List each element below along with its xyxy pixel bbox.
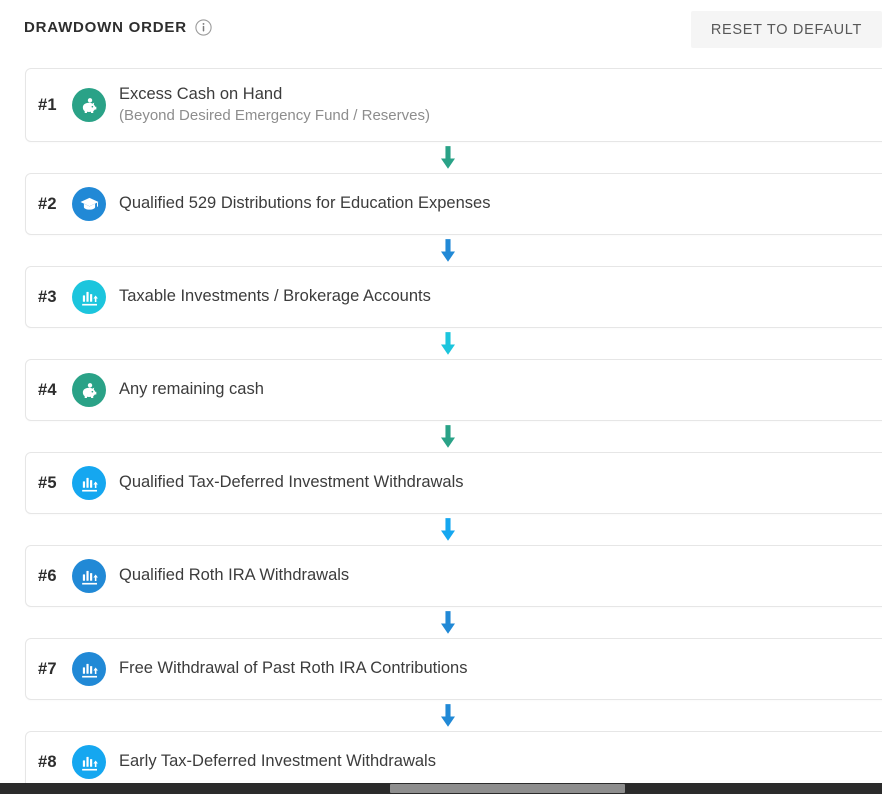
row-labels: Qualified Roth IRA Withdrawals — [119, 565, 349, 586]
row-rank: #2 — [38, 194, 57, 213]
row-title: Taxable Investments / Brokerage Accounts — [119, 287, 431, 306]
row-rank: #4 — [38, 380, 57, 399]
row-rank: #8 — [38, 752, 57, 771]
row-title: Qualified Tax-Deferred Investment Withdr… — [119, 473, 464, 492]
arrow-down-icon — [25, 328, 882, 359]
piggy-bank-icon — [72, 373, 106, 407]
page-title: DRAWDOWN ORDER — [24, 19, 187, 36]
row-title: Early Tax-Deferred Investment Withdrawal… — [119, 752, 436, 771]
row-rank: #5 — [38, 473, 57, 492]
header-title-group: DRAWDOWN ORDER — [24, 19, 212, 36]
reset-to-default-button[interactable]: RESET TO DEFAULT — [690, 11, 882, 48]
growth-chart-icon — [72, 745, 106, 779]
row-title: Free Withdrawal of Past Roth IRA Contrib… — [119, 659, 468, 678]
horizontal-scrollbar-track[interactable] — [0, 783, 882, 794]
arrow-down-icon — [25, 142, 882, 173]
row-title: Excess Cash on Hand — [119, 84, 283, 103]
row-labels: Taxable Investments / Brokerage Accounts — [119, 286, 431, 307]
drawdown-row-block: #3 Taxable Investments / Brokerage Accoun… — [25, 266, 882, 359]
row-rank: #7 — [38, 659, 57, 678]
row-labels: Free Withdrawal of Past Roth IRA Contrib… — [119, 658, 467, 679]
drawdown-order-list: #1 Excess Cash on Hand (Beyond Desired Eme… — [25, 68, 882, 793]
growth-chart-icon — [72, 466, 106, 500]
arrow-down-icon — [25, 607, 882, 638]
drawdown-row[interactable]: #7 Free Withdrawal of Past Roth IRA Contr… — [25, 638, 882, 700]
piggy-bank-icon — [72, 88, 106, 122]
arrow-down-icon — [25, 700, 882, 731]
row-labels: Qualified 529 Distributions for Educatio… — [119, 193, 490, 214]
horizontal-scrollbar-thumb[interactable] — [390, 784, 625, 793]
row-title: Qualified Roth IRA Withdrawals — [119, 566, 350, 585]
drawdown-row[interactable]: #4 Any remaining cash — [25, 359, 882, 421]
row-labels: Excess Cash on Hand (Beyond Desired Emerg… — [119, 84, 430, 127]
drawdown-row[interactable]: #6 Qualified Roth IRA Withdrawals — [25, 545, 882, 607]
drawdown-row-block: #4 Any remaining cash — [25, 359, 882, 452]
growth-chart-icon — [72, 559, 106, 593]
row-labels: Qualified Tax-Deferred Investment Withdr… — [119, 472, 464, 493]
graduation-cap-icon — [72, 187, 106, 221]
drawdown-row[interactable]: #2 Qualified 529 Distributions for Educat… — [25, 173, 882, 235]
arrow-down-icon — [25, 421, 882, 452]
growth-chart-icon — [72, 652, 106, 686]
row-rank: #6 — [38, 566, 57, 585]
drawdown-row[interactable]: #3 Taxable Investments / Brokerage Accoun… — [25, 266, 882, 328]
row-rank: #1 — [38, 95, 57, 114]
drawdown-row-block: #7 Free Withdrawal of Past Roth IRA Contr… — [25, 638, 882, 731]
drawdown-row[interactable]: #1 Excess Cash on Hand (Beyond Desired Eme… — [25, 68, 882, 142]
drawdown-row-block: #2 Qualified 529 Distributions for Educat… — [25, 173, 882, 266]
info-circle-icon[interactable] — [195, 19, 212, 36]
drawdown-row[interactable]: #5 Qualified Tax-Deferred Investment With… — [25, 452, 882, 514]
drawdown-row-block: #5 Qualified Tax-Deferred Investment With… — [25, 452, 882, 545]
row-title: Qualified 529 Distributions for Educatio… — [119, 194, 491, 213]
arrow-down-icon — [25, 235, 882, 266]
row-rank: #3 — [38, 287, 57, 306]
row-labels: Early Tax-Deferred Investment Withdrawal… — [119, 751, 436, 772]
drawdown-order-panel: DRAWDOWN ORDER RESET TO DEFAULT #1 Excess… — [0, 0, 882, 794]
row-title: Any remaining cash — [119, 380, 264, 399]
arrow-down-icon — [25, 514, 882, 545]
panel-header: DRAWDOWN ORDER RESET TO DEFAULT — [0, 0, 882, 60]
row-subtitle: (Beyond Desired Emergency Fund / Reserve… — [119, 107, 430, 125]
drawdown-row-block: #1 Excess Cash on Hand (Beyond Desired Eme… — [25, 68, 882, 173]
growth-chart-icon — [72, 280, 106, 314]
row-labels: Any remaining cash — [119, 379, 264, 400]
drawdown-row-block: #6 Qualified Roth IRA Withdrawals — [25, 545, 882, 638]
